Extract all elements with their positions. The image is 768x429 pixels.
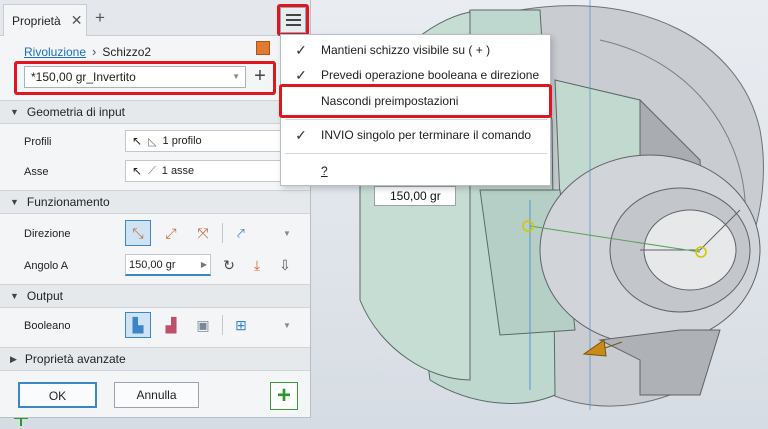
profiles-value: 1 profilo [162,135,202,147]
check-icon: ✓ [295,66,307,83]
profiles-selector[interactable]: ↖ ◺ 1 profilo [125,130,285,152]
collapse-triangle-icon: ▼ [10,107,19,117]
angle-dimension-label[interactable]: 150,00 gr [374,186,456,206]
angle-label: Angolo A [24,260,69,272]
cursor-arrow-icon: ↖ [132,164,143,178]
boolean-label: Booleano [24,320,71,332]
check-icon: ✓ [295,126,307,143]
section-input-geometry[interactable]: ▼ Geometria di input [0,100,310,124]
chevron-down-icon[interactable]: ▼ [283,321,291,330]
cursor-arrow-icon: ↖ [132,134,143,148]
menu-separator [285,153,547,154]
section-operation[interactable]: ▼ Funzionamento [0,190,310,214]
ok-button[interactable]: OK [18,382,97,408]
breadcrumb-sketch[interactable]: Schizzo2 [102,45,151,59]
axis-label: Asse [24,166,49,178]
join-icon[interactable]: ▙ [125,312,151,338]
expand-triangle-icon: ▶ [10,353,17,364]
section-title: Geometria di input [26,105,125,119]
direction-default-icon[interactable]: ⤡ [125,220,151,246]
cube-icon[interactable] [256,41,270,55]
tab-properties[interactable]: Proprietà ✕ [3,4,87,36]
section-title: Proprietà avanzate [24,352,126,366]
properties-panel: Proprietà ✕ + Rivoluzione › Schizzo2 *15… [0,0,311,418]
close-icon[interactable]: ✕ [71,12,83,29]
section-title: Output [26,289,63,303]
section-advanced[interactable]: ▶ Proprietà avanzate [0,347,310,371]
highlight-hide-presets [279,84,552,118]
panel-tab-bar: Proprietà ✕ + [0,0,310,36]
collapse-triangle-icon: ▼ [10,291,19,301]
tab-title: Proprietà [12,13,61,28]
angle-value: 150,00 gr [129,259,176,271]
direction-asymmetric-icon[interactable]: ⤤ [228,220,254,246]
to-plane-icon[interactable]: ⤓ [244,252,270,278]
menu-item-label: ? [321,164,328,178]
direction-symmetric-icon[interactable]: ⤧ [190,220,216,246]
profile-icon: ◺ [148,135,157,148]
menu-item-keep-sketch-visible[interactable]: ✓ Mantieni schizzo visibile su ( + ) [281,38,551,62]
profiles-label: Profili [24,136,52,148]
menu-item-help[interactable]: ? [281,159,551,183]
section-title: Funzionamento [26,195,110,209]
apply-button[interactable]: + [270,382,298,410]
axis-value: 1 asse [161,165,195,177]
new-solid-icon[interactable]: ⊞ [228,312,254,338]
cancel-button[interactable]: Annulla [114,382,199,408]
direction-label: Direzione [24,228,71,240]
play-arrow-icon: ▶ [200,260,207,269]
direction-flipped-icon[interactable]: ⤢ [158,220,184,246]
rotate-full-icon[interactable]: ↻ [216,252,242,278]
breadcrumb-separator: › [92,44,97,59]
add-tab-icon[interactable]: + [92,9,108,27]
between-icon[interactable]: ⇩ [272,252,298,278]
axis-selector[interactable]: ↖ ⟋ 1 asse [125,160,285,182]
highlight-menu-button [277,4,309,36]
breadcrumb: Rivoluzione › Schizzo2 [24,44,151,59]
collapse-triangle-icon: ▼ [10,197,19,207]
menu-item-label: INVIO singolo per terminare il comando [321,128,532,142]
menu-item-label: Prevedi operazione booleana e direzione [321,68,540,82]
section-output[interactable]: ▼ Output [0,284,310,308]
menu-separator [285,119,547,120]
menu-item-single-enter[interactable]: ✓ INVIO singolo per terminare il comando [281,123,551,147]
cut-icon[interactable]: ▟ [158,312,184,338]
check-icon: ✓ [295,41,307,58]
highlight-preset [14,61,276,95]
menu-item-label: Mantieni schizzo visibile su ( + ) [321,43,491,57]
intersect-icon[interactable]: ▣ [190,312,216,338]
angle-input[interactable]: 150,00 gr ▶ [125,254,211,276]
chevron-down-icon[interactable]: ▼ [283,229,291,238]
axis-icon: ⟋ [148,164,156,177]
breadcrumb-feature-link[interactable]: Rivoluzione [24,45,86,59]
